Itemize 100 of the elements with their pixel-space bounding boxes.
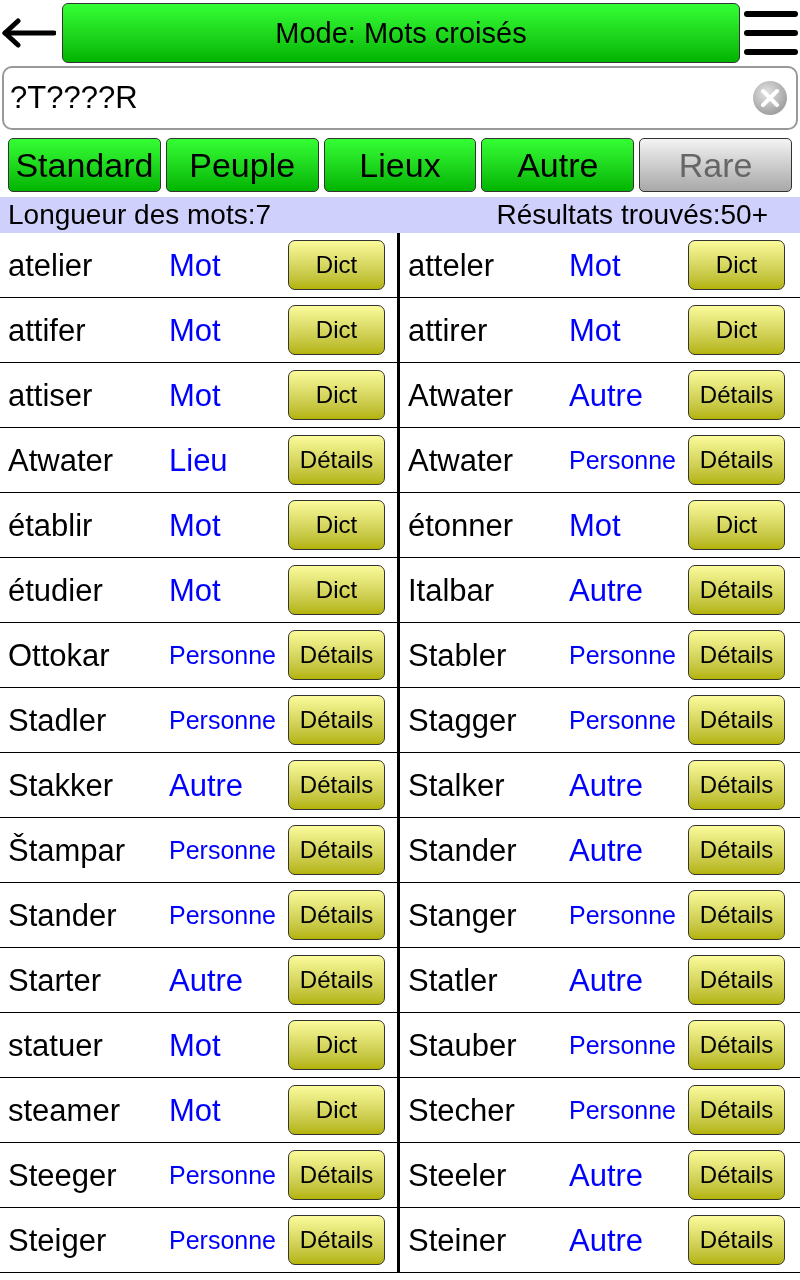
dictionary-button[interactable]: Dict: [288, 565, 385, 615]
category-label: Autre: [169, 769, 245, 801]
word-length-text: Longueur des mots:7: [8, 201, 272, 229]
result-word: atteler: [407, 249, 496, 281]
category-label: Autre: [569, 834, 645, 866]
category-label: Autre: [569, 964, 645, 996]
dictionary-button[interactable]: Dict: [288, 1020, 385, 1070]
category-label: Mot: [169, 249, 222, 281]
details-button[interactable]: Détails: [288, 760, 385, 810]
dictionary-button[interactable]: Dict: [288, 1085, 385, 1135]
category-label: Autre: [569, 1224, 645, 1256]
details-button[interactable]: Détails: [288, 955, 385, 1005]
dictionary-button[interactable]: Dict: [288, 240, 385, 290]
details-button[interactable]: Détails: [688, 1215, 785, 1265]
details-button[interactable]: Détails: [688, 825, 785, 875]
result-word: attiser: [7, 379, 94, 411]
result-word: attirer: [407, 314, 489, 346]
result-word: attifer: [7, 314, 87, 346]
category-label: Mot: [169, 314, 222, 346]
category-label: Personne: [569, 642, 678, 668]
filter-tab[interactable]: Rare: [639, 138, 792, 192]
details-button[interactable]: Détails: [688, 435, 785, 485]
result-word: Stabler: [407, 639, 508, 671]
category-label: Mot: [169, 1029, 222, 1061]
filter-tab[interactable]: Standard: [8, 138, 161, 192]
result-word: Starter: [7, 964, 103, 996]
category-label: Lieu: [169, 444, 229, 476]
details-button[interactable]: Détails: [288, 435, 385, 485]
details-button[interactable]: Détails: [288, 825, 385, 875]
details-button[interactable]: Détails: [688, 370, 785, 420]
category-label: Personne: [569, 1097, 678, 1123]
result-word: Stakker: [7, 769, 115, 801]
result-word: Stecher: [407, 1094, 516, 1126]
category-label: Personne: [569, 447, 678, 473]
result-word: Stander: [407, 834, 518, 866]
result-word: atelier: [7, 249, 94, 281]
result-word: Stadler: [7, 704, 108, 736]
result-word: Atwater: [7, 444, 115, 476]
result-word: établir: [7, 509, 94, 541]
category-label: Mot: [169, 509, 222, 541]
result-word: Steiner: [407, 1224, 508, 1256]
result-word: Steeler: [407, 1159, 508, 1191]
details-button[interactable]: Détails: [688, 760, 785, 810]
result-word: Ottokar: [7, 639, 111, 671]
details-button[interactable]: Détails: [688, 1020, 785, 1070]
details-button[interactable]: Détails: [688, 630, 785, 680]
filter-tab[interactable]: Autre: [481, 138, 635, 192]
filter-tab[interactable]: Lieux: [323, 138, 477, 192]
result-word: Stauber: [407, 1029, 518, 1061]
result-word: Statler: [407, 964, 499, 996]
category-label: Personne: [169, 902, 278, 928]
mode-button[interactable]: Mode: Mots croisés: [62, 3, 740, 63]
results-count-text: Résultats trouvés:50+: [496, 201, 768, 229]
details-button[interactable]: Détails: [288, 1215, 385, 1265]
result-word: Stalker: [407, 769, 506, 801]
category-label: Personne: [169, 642, 278, 668]
category-label: Autre: [569, 379, 645, 411]
category-label: Autre: [169, 964, 245, 996]
details-button[interactable]: Détails: [288, 630, 385, 680]
category-label: Mot: [169, 1094, 222, 1126]
category-label: Personne: [569, 902, 678, 928]
details-button[interactable]: Détails: [688, 695, 785, 745]
details-button[interactable]: Détails: [288, 1150, 385, 1200]
result-word: Štampar: [7, 834, 127, 866]
category-label: Personne: [569, 1032, 678, 1058]
details-button[interactable]: Détails: [288, 890, 385, 940]
dictionary-button[interactable]: Dict: [288, 305, 385, 355]
result-word: statuer: [7, 1029, 104, 1061]
category-label: Mot: [169, 379, 222, 411]
menu-icon[interactable]: [744, 8, 798, 58]
result-word: Atwater: [407, 379, 515, 411]
category-label: Personne: [169, 707, 278, 733]
dictionary-button[interactable]: Dict: [688, 500, 785, 550]
filter-tab[interactable]: Peuple: [165, 138, 319, 192]
details-button[interactable]: Détails: [688, 1150, 785, 1200]
dictionary-button[interactable]: Dict: [288, 500, 385, 550]
category-label: Autre: [569, 574, 645, 606]
dictionary-button[interactable]: Dict: [688, 240, 785, 290]
search-field[interactable]: ?T????R: [2, 66, 798, 130]
category-label: Autre: [569, 769, 645, 801]
dictionary-button[interactable]: Dict: [288, 370, 385, 420]
result-word: Stanger: [407, 899, 518, 931]
category-label: Personne: [169, 1227, 278, 1253]
details-button[interactable]: Détails: [688, 1085, 785, 1135]
result-word: steamer: [7, 1094, 121, 1126]
back-arrow-icon[interactable]: [2, 18, 56, 48]
category-label: Mot: [169, 574, 222, 606]
details-button[interactable]: Détails: [688, 955, 785, 1005]
result-word: Steiger: [7, 1224, 108, 1256]
result-word: étonner: [407, 509, 515, 541]
category-label: Personne: [569, 707, 678, 733]
result-word: Steeger: [7, 1159, 118, 1191]
details-button[interactable]: Détails: [688, 890, 785, 940]
result-word: Atwater: [407, 444, 515, 476]
dictionary-button[interactable]: Dict: [688, 305, 785, 355]
details-button[interactable]: Détails: [688, 565, 785, 615]
result-word: Italbar: [407, 574, 496, 606]
details-button[interactable]: Détails: [288, 695, 385, 745]
result-word: Stander: [7, 899, 118, 931]
category-label: Mot: [569, 509, 622, 541]
